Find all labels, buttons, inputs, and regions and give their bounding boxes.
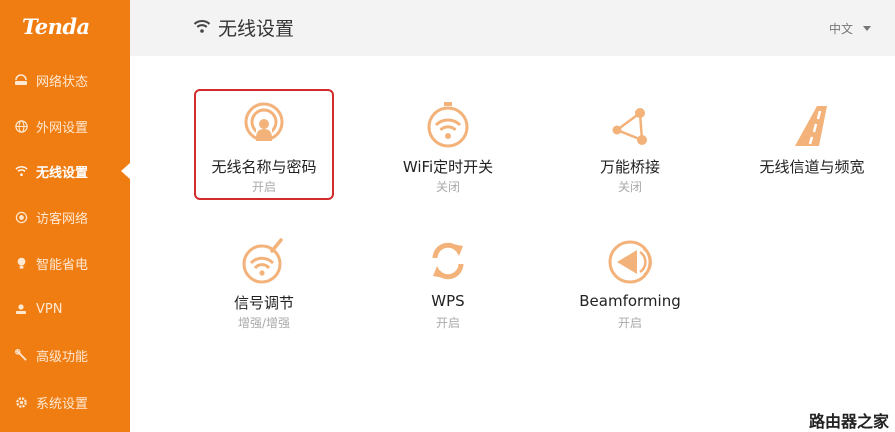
bridge-icon: [612, 108, 647, 145]
guest-signal-icon: [14, 210, 28, 224]
tile-status: 开启: [435, 316, 460, 330]
wifi-icon: [193, 18, 211, 34]
tile-signal-adjust[interactable]: 信号调节 增强/增强: [189, 226, 339, 341]
page-title: 无线设置: [218, 18, 295, 40]
tile-label: 信号调节: [233, 294, 294, 312]
chevron-down-icon: [863, 26, 871, 31]
sidebar-item-label: 智能省电: [36, 257, 89, 273]
tile-status: 开启: [617, 316, 642, 330]
channel-road-icon: [795, 106, 827, 146]
sidebar-item-label: 访客网络: [36, 211, 89, 227]
tile-wifi-timer[interactable]: WiFi定时开关 关闭: [373, 90, 523, 205]
sidebar-item-wan-settings[interactable]: 外网设置: [0, 106, 130, 146]
sidebar-item-guest-network[interactable]: 访客网络: [0, 197, 130, 237]
sidebar-item-vpn[interactable]: VPN: [0, 289, 130, 329]
wifi-icon: [14, 164, 28, 178]
tile-status: 增强/增强: [237, 316, 291, 330]
router-status-icon: [14, 73, 28, 87]
sidebar-item-power-saving[interactable]: 智能省电: [0, 243, 130, 283]
gear-icon: [14, 395, 28, 409]
header-bar: 无线设置 中文: [130, 0, 895, 56]
active-indicator: [121, 163, 130, 179]
tile-universal-bridge[interactable]: 万能桥接 关闭: [555, 90, 705, 205]
signal-adjust-icon: [242, 238, 283, 284]
sidebar-item-label: VPN: [36, 301, 63, 317]
globe-icon: [14, 119, 28, 133]
sidebar-item-label: 系统设置: [36, 396, 89, 412]
tile-channel-bandwidth[interactable]: 无线信道与频宽: [737, 90, 887, 205]
tile-beamforming[interactable]: Beamforming 开启: [555, 226, 705, 341]
tile-label: 无线信道与频宽: [759, 158, 865, 176]
tile-wps[interactable]: WPS 开启: [373, 226, 523, 341]
wifi-name-password-icon: [244, 102, 284, 146]
sidebar-item-label: 外网设置: [36, 120, 89, 136]
tile-label: 无线名称与密码: [211, 158, 317, 176]
tile-status: 关闭: [617, 180, 642, 194]
main-content: 无线名称与密码 开启 WiFi定时开关 关闭 万能桥接 关闭 无线信道与频宽 信…: [130, 56, 895, 432]
tile-status: 开启: [251, 180, 276, 194]
language-select[interactable]: 中文: [829, 20, 871, 37]
tenda-logo: Tenda: [22, 14, 90, 39]
sidebar-item-label: 无线设置: [36, 165, 89, 181]
sidebar-item-label: 高级功能: [36, 349, 89, 365]
tile-label: 万能桥接: [599, 158, 660, 176]
sidebar-item-advanced[interactable]: 高级功能: [0, 335, 130, 375]
vpn-icon: [14, 302, 28, 316]
watermark: 路由器之家: [808, 412, 889, 431]
tile-label: WiFi定时开关: [402, 158, 494, 176]
sidebar-item-system-settings[interactable]: 系统设置: [0, 382, 130, 422]
sidebar-item-label: 网络状态: [36, 74, 89, 90]
tile-label: Beamforming: [579, 292, 681, 310]
tools-icon: [14, 348, 28, 362]
lightbulb-icon: [14, 256, 28, 270]
sidebar-item-network-status[interactable]: 网络状态: [0, 60, 130, 100]
beamforming-icon: [608, 240, 652, 284]
sidebar-item-wireless-settings[interactable]: 无线设置: [0, 151, 130, 191]
language-value: 中文: [828, 22, 853, 36]
wps-sync-icon: [432, 242, 464, 280]
tile-wifi-name-password[interactable]: 无线名称与密码 开启: [189, 90, 339, 205]
sidebar: Tenda 网络状态 外网设置 无线设置 访客网络 智能省电 VPN 高级功能 …: [0, 0, 130, 432]
tile-label: WPS: [431, 292, 465, 310]
wifi-timer-icon: [427, 102, 469, 148]
tile-status: 关闭: [435, 180, 460, 194]
